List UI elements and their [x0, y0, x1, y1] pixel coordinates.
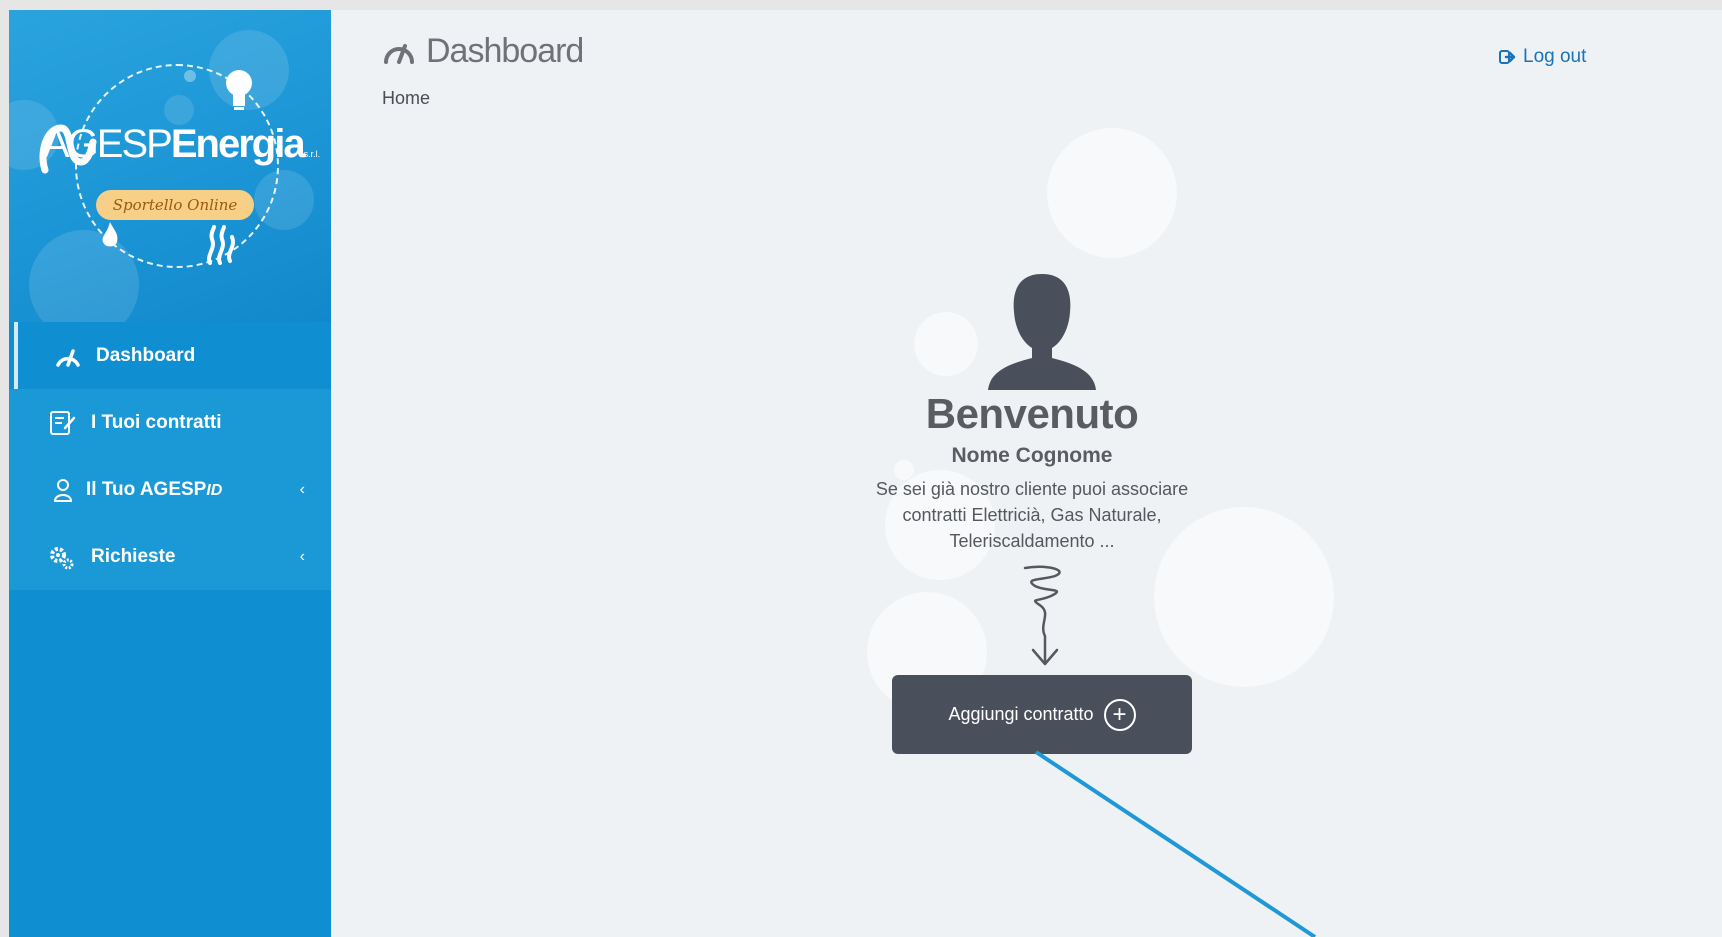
pointer-line [1034, 750, 1317, 937]
app-frame: AGESPEnergias.r.l. Sportello Online Dash… [9, 10, 1722, 937]
